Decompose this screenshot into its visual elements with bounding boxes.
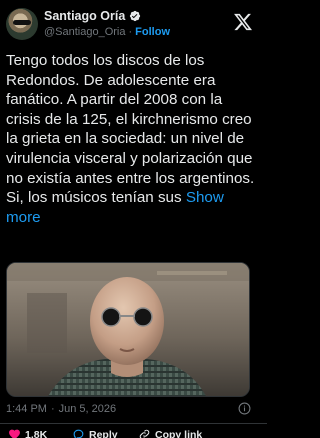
divider: [0, 423, 267, 424]
tweet-text: Tengo todos los discos de los Redondos. …: [6, 51, 258, 227]
tweet-date: Jun 5, 2026: [58, 403, 117, 415]
copy-link-button[interactable]: Copy link: [138, 428, 202, 438]
tweet-timestamp[interactable]: 1:44 PM · Jun 5, 2026: [6, 403, 116, 415]
handle-separator: ·: [128, 26, 133, 38]
avatar[interactable]: [6, 8, 38, 40]
tweet-actions: 1.8K Reply Copy link: [0, 428, 267, 438]
author-name[interactable]: Santiago Oría: [44, 9, 125, 23]
tweet-header: Santiago Oría @Santiago_Oria · Follow: [0, 0, 267, 48]
info-icon[interactable]: [238, 402, 251, 415]
reply-icon: [73, 429, 84, 438]
tweet-body: Tengo todos los discos de los Redondos. …: [6, 52, 255, 207]
verified-badge-icon: [130, 10, 141, 22]
author-name-line: Santiago Oría: [44, 9, 141, 23]
like-count: 1.8K: [25, 428, 48, 438]
like-button[interactable]: 1.8K: [8, 428, 47, 438]
reply-label: Reply: [89, 428, 118, 438]
author-handle[interactable]: @Santiago_Oria: [44, 26, 126, 38]
reply-button[interactable]: Reply: [72, 428, 118, 438]
portrait-photo: [7, 263, 249, 396]
copy-link-label: Copy link: [155, 428, 203, 438]
follow-button[interactable]: Follow: [135, 26, 170, 38]
link-icon: [139, 429, 150, 438]
tweet-time: 1:44 PM: [6, 403, 47, 415]
x-logo-icon[interactable]: [233, 12, 253, 32]
tweet-image[interactable]: [6, 262, 250, 397]
timestamp-separator: ·: [50, 403, 55, 415]
author-handle-line: @Santiago_Oria · Follow: [44, 26, 170, 38]
heart-icon: [9, 429, 20, 438]
